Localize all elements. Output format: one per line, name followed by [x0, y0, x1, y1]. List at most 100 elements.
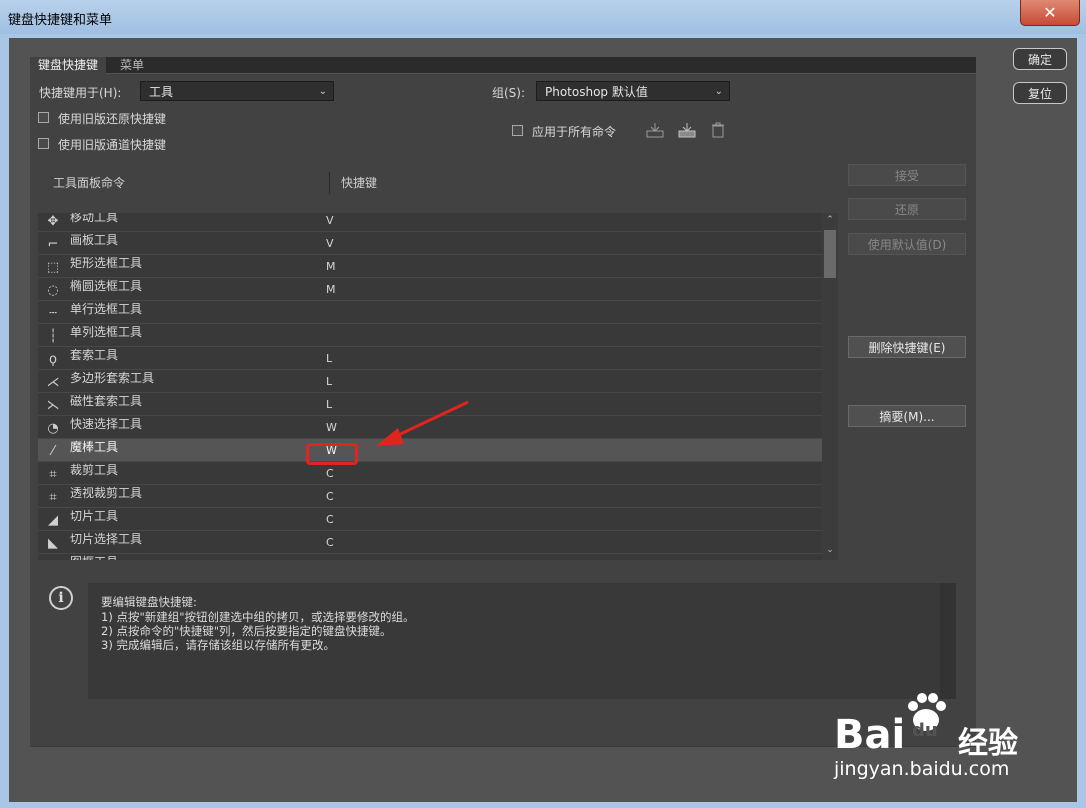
command-name: 画板工具 — [70, 233, 119, 247]
shortcut-key-cell[interactable]: C — [326, 467, 334, 480]
column-header-command[interactable]: 工具面板命令 — [53, 174, 125, 191]
info-line: 3) 完成编辑后，请存储该组以存储所有更改。 — [101, 638, 335, 652]
table-row[interactable]: ◌ 椭圆选框工具 M — [38, 278, 822, 301]
shortcut-key-cell[interactable]: C — [326, 490, 334, 503]
table-row[interactable]: ⋌ 多边形套索工具 L — [38, 370, 822, 393]
table-row[interactable]: ┆ 单列选框工具 — [38, 324, 822, 347]
info-scrollbar[interactable] — [940, 583, 956, 699]
shortcut-key-cell[interactable]: W — [326, 421, 337, 434]
single-column-marquee-icon: ┆ — [49, 328, 57, 344]
slice-tool-icon: ◢ — [48, 512, 58, 528]
apply-all-label: 应用于所有命令 — [532, 125, 617, 139]
delete-set-icon[interactable] — [711, 122, 725, 142]
watermark-du: du — [912, 720, 938, 741]
tab-strip — [30, 57, 976, 73]
command-name: 单列选框工具 — [70, 325, 143, 339]
scroll-up-icon[interactable]: ⌃ — [822, 215, 838, 227]
group-value: Photoshop 默认值 — [545, 85, 648, 99]
quick-selection-icon: ◔ — [47, 420, 59, 436]
tool-command-list[interactable]: ✥ 移动工具 V ⌐ 画板工具 V ⬚ 矩形选框工具 M ◌ 椭圆选框工具 M ┄ 单行选框工具 ┆ 单列选框… — [38, 213, 822, 560]
single-row-marquee-icon: ┄ — [49, 305, 57, 321]
column-separator — [329, 172, 330, 194]
accept-button[interactable]: 接受 — [848, 164, 966, 186]
watermark-cn: 经验 — [958, 726, 1018, 761]
command-name: 套索工具 — [70, 348, 119, 362]
perspective-crop-icon: ⌗ — [49, 489, 57, 505]
shortcut-key-cell[interactable]: L — [326, 375, 332, 388]
table-row[interactable]: ◣ 切片选择工具 C — [38, 531, 822, 554]
crop-tool-icon: ⌗ — [49, 466, 57, 482]
table-row[interactable]: ▭ 图框工具 — [38, 554, 822, 560]
summarize-button[interactable]: 摘要(M)... — [848, 405, 966, 427]
command-name: 磁性套索工具 — [70, 394, 143, 408]
shortcut-key-cell[interactable]: L — [326, 398, 332, 411]
apply-all-checkbox[interactable] — [512, 125, 523, 136]
frame-tool-icon: ▭ — [44, 557, 62, 561]
magic-wand-icon: ⁄ — [51, 443, 55, 459]
close-icon: ✕ — [1043, 3, 1057, 22]
legacy-undo-checkbox[interactable] — [38, 112, 49, 123]
shortcut-key-cell[interactable]: M — [326, 260, 336, 273]
shortcut-key-cell[interactable]: V — [326, 237, 334, 250]
table-row[interactable]: ⌗ 透视裁剪工具 C — [38, 485, 822, 508]
column-header-shortcut[interactable]: 快捷键 — [341, 174, 377, 191]
save-set-icon[interactable] — [646, 122, 664, 142]
delete-shortcut-button[interactable]: 删除快捷键(E) — [848, 336, 966, 358]
table-row[interactable]: ⌗ 裁剪工具 C — [38, 462, 822, 485]
table-row[interactable]: ✥ 移动工具 V — [38, 213, 822, 232]
tab-keyboard-shortcuts[interactable]: 键盘快捷键 — [30, 57, 107, 75]
polygon-lasso-icon: ⋌ — [46, 374, 60, 390]
group-label: 组(S): — [492, 86, 526, 100]
command-name: 透视裁剪工具 — [70, 486, 143, 500]
chevron-down-icon: ⌄ — [714, 86, 723, 97]
artboard-tool-icon: ⌐ — [47, 236, 59, 252]
command-name: 切片工具 — [70, 509, 119, 523]
shortcuts-for-select[interactable]: 工具 ⌄ — [140, 81, 334, 101]
watermark-brand: Bai — [834, 712, 906, 758]
reset-button[interactable]: 复位 — [1013, 82, 1067, 104]
slice-select-icon: ◣ — [48, 535, 58, 551]
tab-menus[interactable]: 菜单 — [112, 57, 152, 73]
info-line: 要编辑键盘快捷键: — [101, 595, 197, 609]
baidu-watermark: Bai du 经验 jingyan.baidu.com — [832, 690, 1032, 790]
window-close-button[interactable]: ✕ — [1020, 0, 1080, 26]
watermark-url: jingyan.baidu.com — [834, 758, 1010, 780]
table-row[interactable]: ⬚ 矩形选框工具 M — [38, 255, 822, 278]
save-set-as-icon[interactable] — [678, 122, 696, 142]
command-name: 切片选择工具 — [70, 532, 143, 546]
command-name: 单行选框工具 — [70, 302, 143, 316]
ellipse-marquee-icon: ◌ — [47, 282, 59, 298]
table-row[interactable]: ⌐ 画板工具 V — [38, 232, 822, 255]
undo-button[interactable]: 还原 — [848, 198, 966, 220]
shortcut-key-cell[interactable]: L — [326, 352, 332, 365]
table-row[interactable]: ϙ 套索工具 L — [38, 347, 822, 370]
move-tool-icon: ✥ — [47, 213, 59, 229]
legacy-channel-checkbox[interactable] — [38, 138, 49, 149]
list-scrollbar-thumb[interactable] — [824, 230, 836, 278]
window-title: 键盘快捷键和菜单 — [8, 13, 113, 28]
legacy-channel-label: 使用旧版通道快捷键 — [58, 138, 167, 152]
table-row[interactable]: ┄ 单行选框工具 — [38, 301, 822, 324]
ok-button[interactable]: 确定 — [1013, 48, 1067, 70]
legacy-undo-label: 使用旧版还原快捷键 — [58, 112, 167, 126]
shortcut-key-cell[interactable]: M — [326, 283, 336, 296]
use-default-button[interactable]: 使用默认值(D) — [848, 233, 966, 255]
lasso-tool-icon: ϙ — [49, 351, 57, 367]
scroll-down-icon[interactable]: ⌄ — [822, 545, 838, 557]
shortcut-key-cell[interactable]: V — [326, 214, 334, 227]
command-name: 图框工具 — [70, 553, 118, 560]
command-name: 快速选择工具 — [70, 417, 143, 431]
chevron-down-icon: ⌄ — [318, 86, 327, 97]
table-row[interactable]: ◢ 切片工具 C — [38, 508, 822, 531]
annotation-highlight-box — [306, 443, 358, 465]
title-bar — [0, 0, 1086, 34]
command-name: 移动工具 — [70, 213, 119, 224]
shortcut-key-cell[interactable]: C — [326, 513, 334, 526]
annotation-arrow — [376, 400, 469, 446]
command-name: 裁剪工具 — [70, 463, 119, 477]
command-name: 矩形选框工具 — [70, 256, 143, 270]
shortcuts-for-label: 快捷键用于(H): — [39, 86, 122, 100]
command-name: 魔棒工具 — [70, 440, 119, 454]
shortcut-key-cell[interactable]: C — [326, 536, 334, 549]
group-select[interactable]: Photoshop 默认值 ⌄ — [536, 81, 730, 101]
